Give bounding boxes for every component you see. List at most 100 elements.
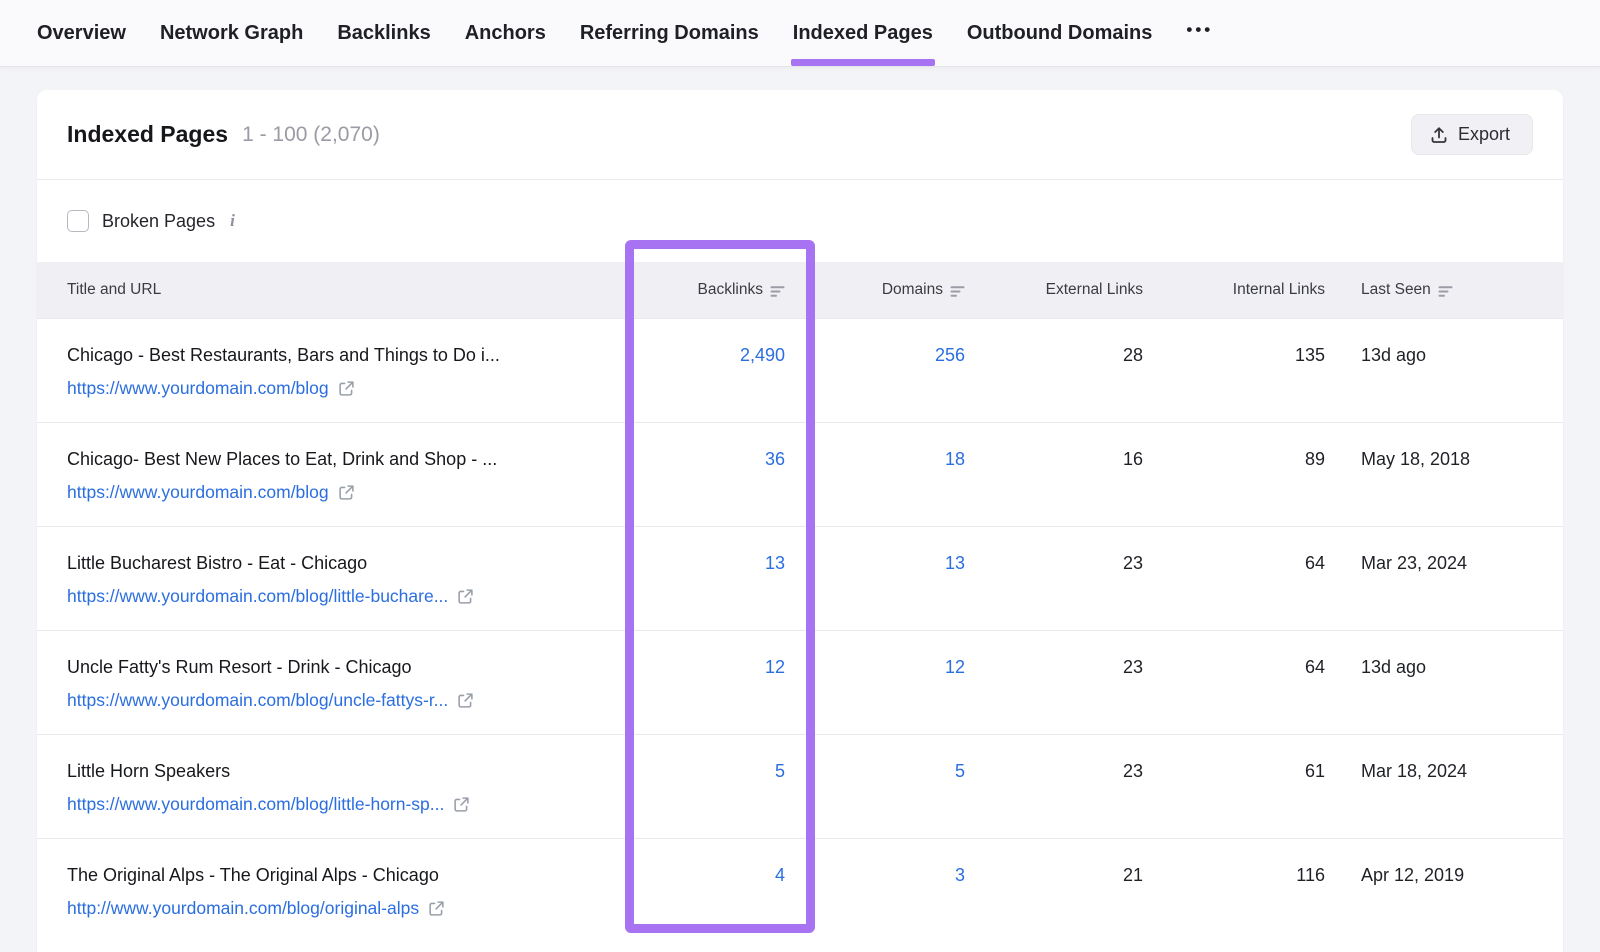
table-row: Little Horn Speakers https://www.yourdom…	[37, 734, 1563, 838]
external-links-count: 28	[985, 319, 1163, 422]
page-url-link[interactable]: https://www.yourdomain.com/blog	[67, 376, 329, 400]
internal-links-count: 89	[1163, 423, 1343, 526]
backlinks-cell: 4	[628, 839, 815, 942]
info-icon[interactable]: i	[230, 211, 235, 231]
last-seen-value: Mar 18, 2024	[1343, 735, 1563, 838]
domains-count-link[interactable]: 12	[945, 657, 965, 677]
external-link-icon[interactable]	[457, 692, 474, 709]
column-label: Domains	[882, 281, 943, 299]
table-row: Little Bucharest Bistro - Eat - Chicago …	[37, 526, 1563, 630]
tab-backlinks[interactable]: Backlinks	[337, 0, 430, 66]
page-url-link[interactable]: https://www.yourdomain.com/blog/little-b…	[67, 584, 448, 608]
column-header-external-links[interactable]: External Links	[985, 281, 1163, 299]
table-body: Chicago - Best Restaurants, Bars and Thi…	[37, 318, 1563, 942]
last-seen-value: 13d ago	[1343, 631, 1563, 734]
domains-cell: 256	[815, 319, 985, 422]
column-label: Last Seen	[1361, 281, 1431, 299]
tab-overview[interactable]: Overview	[37, 0, 126, 66]
column-header-internal-links[interactable]: Internal Links	[1163, 281, 1343, 299]
external-link-icon[interactable]	[457, 588, 474, 605]
internal-links-count: 61	[1163, 735, 1343, 838]
backlinks-cell: 2,490	[628, 319, 815, 422]
backlinks-count-link[interactable]: 13	[765, 553, 785, 573]
indexed-pages-card: Indexed Pages 1 - 100 (2,070) Export Bro…	[37, 90, 1563, 952]
page-url-link[interactable]: http://www.yourdomain.com/blog/original-…	[67, 896, 419, 920]
sort-icon[interactable]	[950, 285, 965, 298]
title-url-cell: The Original Alps - The Original Alps - …	[37, 839, 628, 942]
domains-count-link[interactable]: 3	[955, 865, 965, 885]
external-link-icon[interactable]	[338, 484, 355, 501]
last-seen-value: May 18, 2018	[1343, 423, 1563, 526]
tab-outbound-domains[interactable]: Outbound Domains	[967, 0, 1153, 66]
column-header-backlinks[interactable]: Backlinks	[628, 281, 815, 299]
domains-count-link[interactable]: 5	[955, 761, 965, 781]
domains-count-link[interactable]: 256	[935, 345, 965, 365]
table-row: Chicago - Best Restaurants, Bars and Thi…	[37, 318, 1563, 422]
internal-links-count: 135	[1163, 319, 1343, 422]
page-title-text: The Original Alps - The Original Alps - …	[67, 863, 618, 887]
domains-count-link[interactable]: 13	[945, 553, 965, 573]
tab-anchors[interactable]: Anchors	[465, 0, 546, 66]
domains-cell: 13	[815, 527, 985, 630]
page-title-text: Uncle Fatty's Rum Resort - Drink - Chica…	[67, 655, 618, 679]
export-upload-icon	[1430, 126, 1448, 144]
domains-count-link[interactable]: 18	[945, 449, 965, 469]
column-header-last-seen[interactable]: Last Seen	[1343, 281, 1563, 299]
external-links-count: 16	[985, 423, 1163, 526]
external-link-icon[interactable]	[453, 796, 470, 813]
external-links-count: 23	[985, 527, 1163, 630]
backlinks-cell: 5	[628, 735, 815, 838]
external-link-icon[interactable]	[338, 380, 355, 397]
page-title-text: Little Horn Speakers	[67, 759, 618, 783]
title-url-cell: Little Horn Speakers https://www.yourdom…	[37, 735, 628, 838]
external-links-count: 23	[985, 735, 1163, 838]
internal-links-count: 116	[1163, 839, 1343, 942]
last-seen-value: Mar 23, 2024	[1343, 527, 1563, 630]
tab-network-graph[interactable]: Network Graph	[160, 0, 303, 66]
backlinks-cell: 13	[628, 527, 815, 630]
card-header: Indexed Pages 1 - 100 (2,070) Export	[37, 90, 1563, 179]
backlinks-count-link[interactable]: 4	[775, 865, 785, 885]
column-label: Backlinks	[698, 281, 763, 299]
backlinks-count-link[interactable]: 2,490	[740, 345, 785, 365]
sort-icon[interactable]	[1438, 285, 1453, 298]
page-url-link[interactable]: https://www.yourdomain.com/blog/little-h…	[67, 792, 444, 816]
external-link-icon[interactable]	[428, 900, 445, 917]
broken-pages-label: Broken Pages	[102, 211, 215, 232]
column-label: Title and URL	[67, 281, 161, 299]
sort-icon[interactable]	[770, 285, 785, 298]
backlinks-cell: 12	[628, 631, 815, 734]
column-header-domains[interactable]: Domains	[815, 281, 985, 299]
more-tabs-icon[interactable]: •••	[1186, 20, 1213, 46]
export-button[interactable]: Export	[1411, 114, 1533, 155]
result-range: 1 - 100 (2,070)	[242, 123, 380, 147]
domains-cell: 12	[815, 631, 985, 734]
tab-indexed-pages[interactable]: Indexed Pages	[793, 0, 933, 66]
page-url-link[interactable]: https://www.yourdomain.com/blog	[67, 480, 329, 504]
filter-row: Broken Pages i	[37, 180, 1563, 262]
table-row: Uncle Fatty's Rum Resort - Drink - Chica…	[37, 630, 1563, 734]
page-title-text: Chicago- Best New Places to Eat, Drink a…	[67, 447, 618, 471]
column-header-title-url[interactable]: Title and URL	[37, 281, 628, 299]
page-url-link[interactable]: https://www.yourdomain.com/blog/uncle-fa…	[67, 688, 448, 712]
table-row: Chicago- Best New Places to Eat, Drink a…	[37, 422, 1563, 526]
backlinks-count-link[interactable]: 5	[775, 761, 785, 781]
internal-links-count: 64	[1163, 631, 1343, 734]
backlinks-count-link[interactable]: 36	[765, 449, 785, 469]
backlinks-count-link[interactable]: 12	[765, 657, 785, 677]
page-title-text: Chicago - Best Restaurants, Bars and Thi…	[67, 343, 618, 367]
title-url-cell: Chicago- Best New Places to Eat, Drink a…	[37, 423, 628, 526]
domains-cell: 5	[815, 735, 985, 838]
title-url-cell: Little Bucharest Bistro - Eat - Chicago …	[37, 527, 628, 630]
broken-pages-checkbox[interactable]	[67, 210, 89, 232]
title-url-cell: Uncle Fatty's Rum Resort - Drink - Chica…	[37, 631, 628, 734]
domains-cell: 3	[815, 839, 985, 942]
last-seen-value: 13d ago	[1343, 319, 1563, 422]
export-button-label: Export	[1458, 124, 1510, 145]
tab-referring-domains[interactable]: Referring Domains	[580, 0, 759, 66]
top-navigation: Overview Network Graph Backlinks Anchors…	[0, 0, 1600, 67]
table-row: The Original Alps - The Original Alps - …	[37, 838, 1563, 942]
column-label: Internal Links	[1233, 281, 1325, 299]
column-label: External Links	[1046, 281, 1143, 299]
page-title: Indexed Pages	[67, 121, 228, 148]
